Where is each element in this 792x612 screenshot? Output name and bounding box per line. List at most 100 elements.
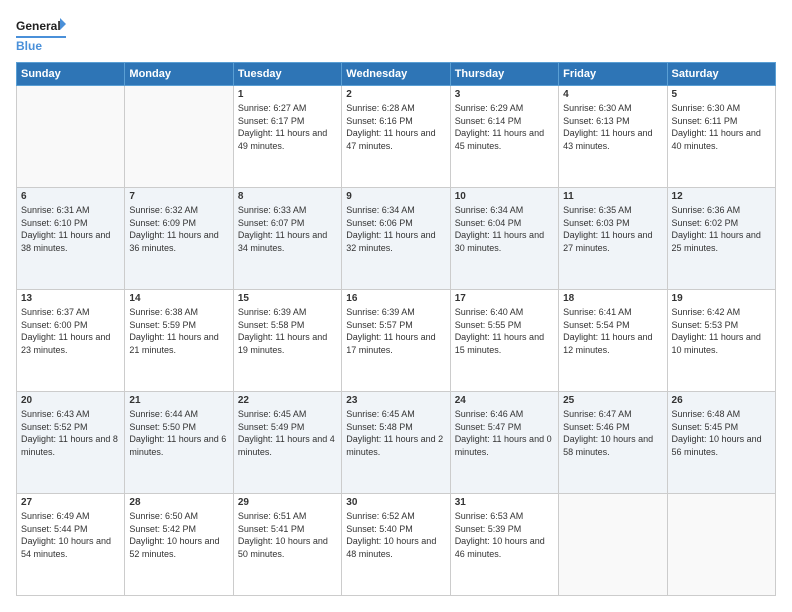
- calendar-cell: 9 Sunrise: 6:34 AM Sunset: 6:06 PM Daylig…: [342, 188, 450, 290]
- calendar-cell: 22 Sunrise: 6:45 AM Sunset: 5:49 PM Dayli…: [233, 392, 341, 494]
- calendar-cell: 30Sunrise: 6:52 AM Sunset: 5:40 PM Dayli…: [342, 494, 450, 596]
- calendar-cell: 8 Sunrise: 6:33 AM Sunset: 6:07 PM Daylig…: [233, 188, 341, 290]
- day-number: 5: [672, 89, 771, 100]
- day-info: Sunrise: 6:52 AM Sunset: 5:40 PM Dayligh…: [346, 510, 445, 560]
- weekday-header-row: SundayMondayTuesdayWednesdayThursdayFrid…: [17, 63, 776, 86]
- calendar-cell: 12 Sunrise: 6:36 AM Sunset: 6:02 PM Dayli…: [667, 188, 775, 290]
- day-info: Sunrise: 6:47 AM Sunset: 5:46 PM Dayligh…: [563, 408, 662, 458]
- calendar-cell: 25 Sunrise: 6:47 AM Sunset: 5:46 PM Dayli…: [559, 392, 667, 494]
- day-number: 20: [21, 395, 120, 406]
- calendar-cell: 17 Sunrise: 6:40 AM Sunset: 5:55 PM Dayli…: [450, 290, 558, 392]
- calendar-cell: [125, 86, 233, 188]
- day-number: 14: [129, 293, 228, 304]
- calendar-cell: 11 Sunrise: 6:35 AM Sunset: 6:03 PM Dayli…: [559, 188, 667, 290]
- calendar-cell: [559, 494, 667, 596]
- day-number: 8: [238, 191, 337, 202]
- day-info: Sunrise: 6:35 AM Sunset: 6:03 PM Dayligh…: [563, 204, 662, 254]
- day-number: 16: [346, 293, 445, 304]
- calendar-cell: 1Sunrise: 6:27 AM Sunset: 6:17 PM Daylig…: [233, 86, 341, 188]
- day-info: Sunrise: 6:31 AM Sunset: 6:10 PM Dayligh…: [21, 204, 120, 254]
- day-number: 11: [563, 191, 662, 202]
- calendar-row-4: 27 Sunrise: 6:49 AM Sunset: 5:44 PM Dayli…: [17, 494, 776, 596]
- day-number: 2: [346, 89, 445, 100]
- day-info: Sunrise: 6:28 AM Sunset: 6:16 PM Dayligh…: [346, 102, 445, 152]
- calendar-cell: 13 Sunrise: 6:37 AM Sunset: 6:00 PM Dayli…: [17, 290, 125, 392]
- day-number: 25: [563, 395, 662, 406]
- calendar-cell: 28 Sunrise: 6:50 AM Sunset: 5:42 PM Dayli…: [125, 494, 233, 596]
- calendar-row-2: 13 Sunrise: 6:37 AM Sunset: 6:00 PM Dayli…: [17, 290, 776, 392]
- day-number: 4: [563, 89, 662, 100]
- day-info: Sunrise: 6:49 AM Sunset: 5:44 PM Dayligh…: [21, 510, 120, 560]
- day-info: Sunrise: 6:50 AM Sunset: 5:42 PM Dayligh…: [129, 510, 228, 560]
- day-info: Sunrise: 6:39 AM Sunset: 5:57 PM Dayligh…: [346, 306, 445, 356]
- calendar-cell: 3 Sunrise: 6:29 AM Sunset: 6:14 PM Daylig…: [450, 86, 558, 188]
- day-number: 31: [455, 497, 554, 508]
- day-info: Sunrise: 6:30 AM Sunset: 6:11 PM Dayligh…: [672, 102, 771, 152]
- page: General Blue SundayMondayTuesdayWednesda…: [0, 0, 792, 612]
- calendar-cell: 23 Sunrise: 6:45 AM Sunset: 5:48 PM Dayli…: [342, 392, 450, 494]
- calendar-cell: 29 Sunrise: 6:51 AM Sunset: 5:41 PM Dayli…: [233, 494, 341, 596]
- day-info: Sunrise: 6:40 AM Sunset: 5:55 PM Dayligh…: [455, 306, 554, 356]
- day-number: 28: [129, 497, 228, 508]
- weekday-friday: Friday: [559, 63, 667, 86]
- day-info: Sunrise: 6:30 AM Sunset: 6:13 PM Dayligh…: [563, 102, 662, 152]
- day-number: 24: [455, 395, 554, 406]
- day-number: 15: [238, 293, 337, 304]
- calendar-row-1: 6 Sunrise: 6:31 AM Sunset: 6:10 PM Daylig…: [17, 188, 776, 290]
- day-info: Sunrise: 6:42 AM Sunset: 5:53 PM Dayligh…: [672, 306, 771, 356]
- calendar-cell: 5 Sunrise: 6:30 AM Sunset: 6:11 PM Daylig…: [667, 86, 775, 188]
- day-info: Sunrise: 6:39 AM Sunset: 5:58 PM Dayligh…: [238, 306, 337, 356]
- day-info: Sunrise: 6:53 AM Sunset: 5:39 PM Dayligh…: [455, 510, 554, 560]
- day-number: 1: [238, 89, 337, 100]
- day-info: Sunrise: 6:51 AM Sunset: 5:41 PM Dayligh…: [238, 510, 337, 560]
- day-info: Sunrise: 6:29 AM Sunset: 6:14 PM Dayligh…: [455, 102, 554, 152]
- day-info: Sunrise: 6:45 AM Sunset: 5:49 PM Dayligh…: [238, 408, 337, 458]
- weekday-saturday: Saturday: [667, 63, 775, 86]
- day-info: Sunrise: 6:36 AM Sunset: 6:02 PM Dayligh…: [672, 204, 771, 254]
- calendar-cell: 6 Sunrise: 6:31 AM Sunset: 6:10 PM Daylig…: [17, 188, 125, 290]
- day-number: 22: [238, 395, 337, 406]
- svg-text:Blue: Blue: [16, 39, 42, 52]
- calendar-cell: 21Sunrise: 6:44 AM Sunset: 5:50 PM Dayli…: [125, 392, 233, 494]
- calendar-row-3: 20Sunrise: 6:43 AM Sunset: 5:52 PM Dayli…: [17, 392, 776, 494]
- day-number: 3: [455, 89, 554, 100]
- day-number: 26: [672, 395, 771, 406]
- day-number: 6: [21, 191, 120, 202]
- day-info: Sunrise: 6:34 AM Sunset: 6:06 PM Dayligh…: [346, 204, 445, 254]
- day-info: Sunrise: 6:32 AM Sunset: 6:09 PM Dayligh…: [129, 204, 228, 254]
- svg-text:General: General: [16, 19, 61, 33]
- calendar-cell: 7 Sunrise: 6:32 AM Sunset: 6:09 PM Daylig…: [125, 188, 233, 290]
- day-number: 19: [672, 293, 771, 304]
- weekday-wednesday: Wednesday: [342, 63, 450, 86]
- calendar-cell: 20Sunrise: 6:43 AM Sunset: 5:52 PM Dayli…: [17, 392, 125, 494]
- day-number: 18: [563, 293, 662, 304]
- weekday-sunday: Sunday: [17, 63, 125, 86]
- day-info: Sunrise: 6:46 AM Sunset: 5:47 PM Dayligh…: [455, 408, 554, 458]
- calendar-cell: 2 Sunrise: 6:28 AM Sunset: 6:16 PM Daylig…: [342, 86, 450, 188]
- header: General Blue: [16, 16, 776, 52]
- calendar-cell: 4 Sunrise: 6:30 AM Sunset: 6:13 PM Daylig…: [559, 86, 667, 188]
- logo-svg: General Blue: [16, 16, 66, 52]
- calendar-cell: 10Sunrise: 6:34 AM Sunset: 6:04 PM Dayli…: [450, 188, 558, 290]
- day-number: 7: [129, 191, 228, 202]
- day-info: Sunrise: 6:37 AM Sunset: 6:00 PM Dayligh…: [21, 306, 120, 356]
- day-number: 27: [21, 497, 120, 508]
- calendar-cell: 14Sunrise: 6:38 AM Sunset: 5:59 PM Dayli…: [125, 290, 233, 392]
- calendar-cell: 31 Sunrise: 6:53 AM Sunset: 5:39 PM Dayli…: [450, 494, 558, 596]
- calendar-table: SundayMondayTuesdayWednesdayThursdayFrid…: [16, 62, 776, 596]
- calendar-cell: 24 Sunrise: 6:46 AM Sunset: 5:47 PM Dayli…: [450, 392, 558, 494]
- calendar-cell: 18Sunrise: 6:41 AM Sunset: 5:54 PM Dayli…: [559, 290, 667, 392]
- calendar-cell: [17, 86, 125, 188]
- day-info: Sunrise: 6:45 AM Sunset: 5:48 PM Dayligh…: [346, 408, 445, 458]
- day-number: 9: [346, 191, 445, 202]
- day-number: 23: [346, 395, 445, 406]
- calendar-row-0: 1Sunrise: 6:27 AM Sunset: 6:17 PM Daylig…: [17, 86, 776, 188]
- day-number: 13: [21, 293, 120, 304]
- day-number: 29: [238, 497, 337, 508]
- calendar-cell: 26Sunrise: 6:48 AM Sunset: 5:45 PM Dayli…: [667, 392, 775, 494]
- day-number: 12: [672, 191, 771, 202]
- day-info: Sunrise: 6:33 AM Sunset: 6:07 PM Dayligh…: [238, 204, 337, 254]
- day-number: 10: [455, 191, 554, 202]
- calendar-cell: 16 Sunrise: 6:39 AM Sunset: 5:57 PM Dayli…: [342, 290, 450, 392]
- day-number: 17: [455, 293, 554, 304]
